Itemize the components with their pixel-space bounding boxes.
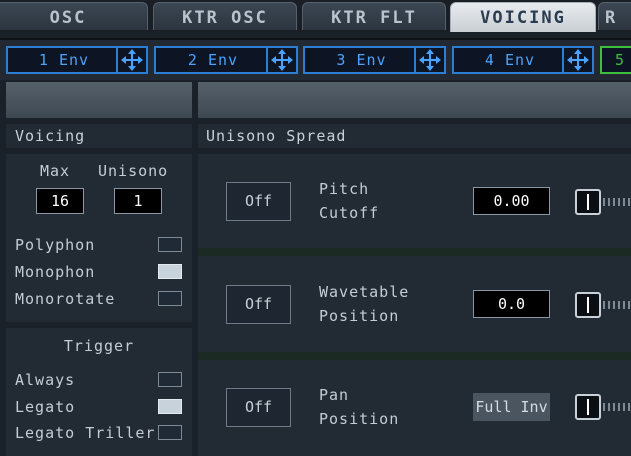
tab-osc[interactable]: OSC [0,2,148,30]
voicing-header-bar [6,82,192,118]
trigger-title: Trigger [63,337,135,355]
row-divider [198,248,631,256]
env-label: 1 Env [38,51,90,69]
legato-label: Legato [15,398,76,416]
wavetable-position-off-button[interactable]: Off [226,285,291,324]
polyphon-label: Polyphon [15,236,96,254]
move-arrows-icon[interactable] [414,48,444,72]
voicing-title-bar: Voicing [6,124,192,148]
pitch-label: Pitch [319,180,370,198]
env-label: 3 Env [336,51,387,69]
spread-title-bar: Unisono Spread [198,124,631,148]
always-checkbox[interactable] [158,372,182,387]
tab-bar: OSC KTR OSC KTR FLT VOICING R [0,0,631,32]
spread-row-pitch-cutoff: Off Pitch Cutoff 0.00 [198,154,631,248]
tab-label: KTR FLT [331,8,417,28]
tab-voicing[interactable]: VOICING [450,2,596,32]
voicing-title: Voicing [15,127,86,145]
voicing-panel: Max Unisono 16 1 Polyphon Monophon Monor… [6,154,192,322]
pitch-cutoff-off-button[interactable]: Off [226,182,291,221]
polyphon-checkbox[interactable] [158,237,182,252]
envelope-strip: 1 Env 2 Env 3 Env 4 Env 5 [0,38,631,80]
monophon-checkbox[interactable] [158,264,182,279]
spread-row-wavetable-position: Off Wavetable Position 0.0 [198,256,631,352]
tab-ktr-flt[interactable]: KTR FLT [302,2,446,30]
legato-checkbox[interactable] [158,399,182,414]
env-slot-1[interactable]: 1 Env [6,46,148,74]
row-divider [198,352,631,360]
spread-row-pan-position: Off Pan Position Full Inv [198,360,631,456]
wavetable-position-slider-handle[interactable] [575,292,601,318]
tab-ktr-osc[interactable]: KTR OSC [153,2,297,30]
pan-label: Pan [319,386,350,404]
tab-label: R [605,8,618,28]
pan-position-off-button[interactable]: Off [226,388,291,427]
env-slot-5[interactable]: 5 [600,46,631,74]
slider-ticks [603,301,631,309]
position-label: Position [319,307,400,325]
spread-header-bar [198,82,631,118]
always-label: Always [15,371,76,389]
max-voices-field[interactable]: 16 [36,188,84,214]
monorotate-checkbox[interactable] [158,291,182,306]
pitch-cutoff-value-field[interactable]: 0.00 [473,187,550,215]
env-slot-4[interactable]: 4 Env [452,46,594,74]
env-slot-2[interactable]: 2 Env [154,46,298,74]
wavetable-position-value-field[interactable]: 0.0 [473,290,550,318]
tab-label: KTR OSC [182,8,268,28]
env-slot-3[interactable]: 3 Env [303,46,446,74]
tab-label: VOICING [480,8,566,28]
move-arrows-icon[interactable] [562,48,592,72]
unisono-label: Unisono [98,162,169,180]
env-label: 4 Env [484,51,536,69]
slider-ticks [603,198,631,206]
tab-label: OSC [49,8,87,28]
legato-triller-label: Legato Triller [15,424,156,442]
trigger-panel: Trigger Always Legato Legato Triller [6,328,192,456]
env-label: 2 Env [187,51,239,69]
position-label: Position [319,410,400,428]
unisono-spread-title: Unisono Spread [206,127,347,145]
monorotate-label: Monorotate [15,290,116,308]
legato-triller-checkbox[interactable] [158,425,182,440]
max-label: Max [40,162,71,180]
wavetable-label: Wavetable [319,283,410,301]
monophon-label: Monophon [15,263,96,281]
move-arrows-icon[interactable] [266,48,296,72]
move-arrows-icon[interactable] [116,48,146,72]
pan-position-value-field[interactable]: Full Inv [473,393,550,421]
tab-r[interactable]: R [598,2,631,30]
unisono-voices-field[interactable]: 1 [114,188,162,214]
cutoff-label: Cutoff [319,204,380,222]
pitch-cutoff-slider-handle[interactable] [575,189,601,215]
env-label: 5 [614,51,626,69]
pan-position-slider-handle[interactable] [575,394,601,420]
slider-ticks [603,403,631,411]
